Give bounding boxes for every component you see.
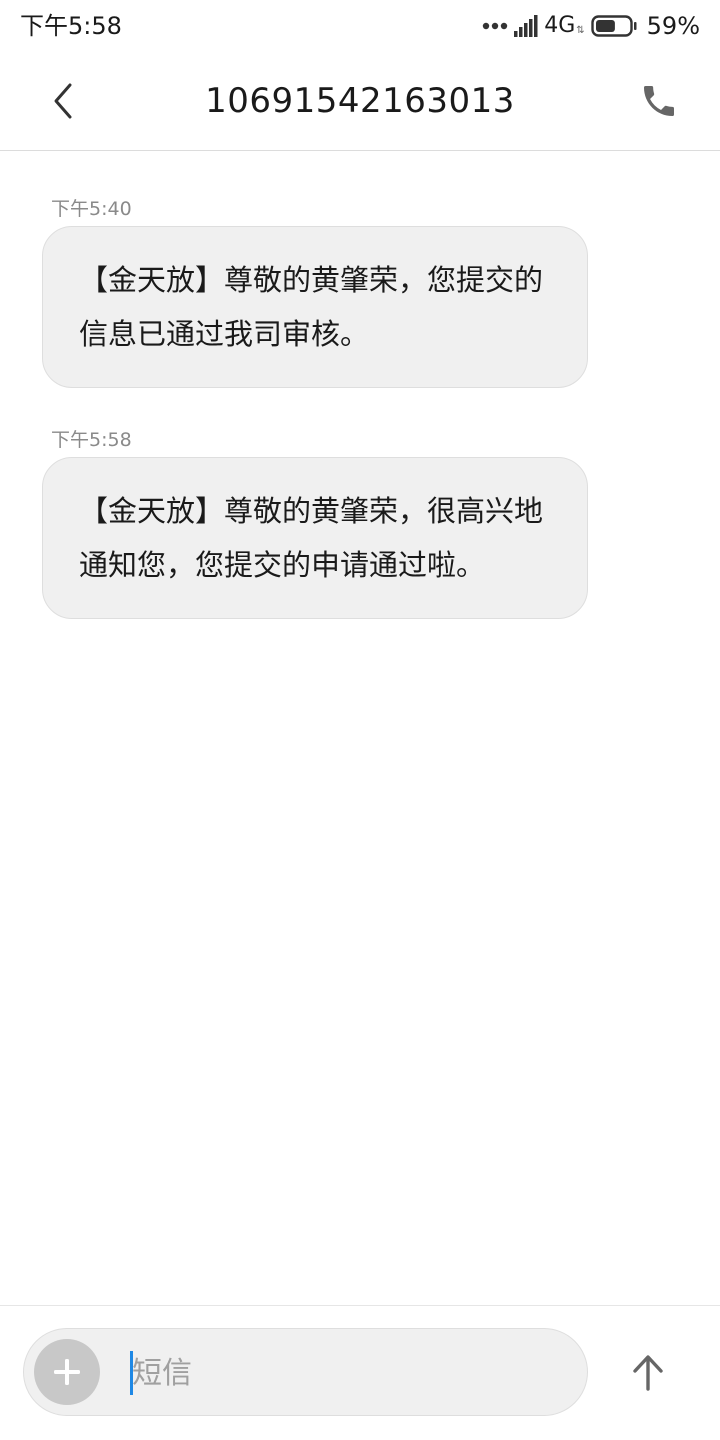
- arrow-up-icon: [633, 1355, 663, 1391]
- message-input[interactable]: [132, 1347, 562, 1399]
- message-list[interactable]: 下午5:40 【金天放】尊敬的黄肇荣，您提交的信息已通过我司审核。 下午5:58…: [0, 151, 720, 1305]
- send-button[interactable]: [620, 1344, 676, 1400]
- data-activity-icon: ⇅: [576, 25, 585, 36]
- call-button[interactable]: [632, 74, 686, 128]
- status-bar: 下午5:58 4G ⇅ 59%: [0, 0, 720, 52]
- message-timestamp: 下午5:58: [51, 429, 132, 451]
- sms-thread-screen: 下午5:58 4G ⇅ 59% 10691542163013 下午5:40 【金…: [0, 0, 720, 1440]
- status-indicators: 4G ⇅ 59%: [482, 10, 700, 42]
- battery-percentage: 59%: [646, 12, 700, 40]
- chevron-left-icon: [54, 83, 72, 119]
- back-button[interactable]: [36, 74, 90, 128]
- plus-icon: [54, 1359, 80, 1385]
- status-time: 下午5:58: [20, 12, 122, 40]
- more-notifications-icon: [482, 22, 508, 30]
- conversation-header: 10691542163013: [0, 52, 720, 151]
- signal-strength-icon: [514, 15, 538, 37]
- message-bubble[interactable]: 【金天放】尊敬的黄肇荣，很高兴地通知您，您提交的申请通过啦。: [42, 457, 588, 619]
- attach-button[interactable]: [34, 1339, 100, 1405]
- network-type-label: 4G: [544, 13, 576, 38]
- message-input-container[interactable]: [23, 1328, 588, 1416]
- network-type: 4G ⇅: [544, 10, 584, 42]
- message-bubble[interactable]: 【金天放】尊敬的黄肇荣，您提交的信息已通过我司审核。: [42, 226, 588, 388]
- battery-icon: [590, 15, 637, 37]
- message-timestamp: 下午5:40: [51, 198, 132, 220]
- message-composer: [0, 1305, 720, 1440]
- contact-number-title: 10691542163013: [205, 81, 515, 121]
- phone-icon: [644, 86, 674, 116]
